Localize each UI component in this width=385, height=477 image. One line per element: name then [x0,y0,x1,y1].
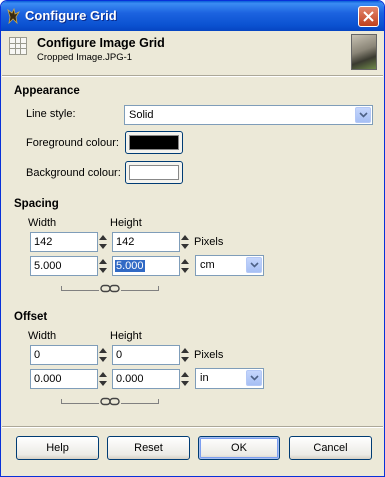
chevron-down-icon[interactable] [246,370,262,386]
offset-width-label: Width [28,330,57,342]
chevron-down-icon[interactable] [355,107,371,123]
line-style-value: Solid [129,109,154,121]
foreground-colour-button[interactable] [125,131,183,154]
window-title: Configure Grid [25,8,117,23]
offset-width-unit-value: 0.000 [34,373,62,385]
offset-unit-value: in [200,372,209,384]
spin-arrows-icon[interactable] [98,232,108,252]
offset-pixels-label: Pixels [194,349,224,361]
spin-arrows-icon[interactable] [180,232,190,252]
offset-width-pixels-value: 0 [34,349,41,361]
title-bar[interactable]: Configure Grid [1,1,384,31]
spacing-pixels-label: Pixels [194,236,224,248]
chain-line-left [61,286,99,291]
offset-width-pixels-input[interactable]: 0 [30,345,107,365]
background-colour-label: Background colour: [26,167,121,179]
line-style-label-text: Line style: [26,108,76,120]
foreground-colour-swatch [129,135,179,150]
chain-link-icon[interactable] [100,284,120,293]
close-button[interactable] [358,6,379,27]
spacing-chain[interactable] [61,284,159,293]
help-button[interactable]: Help [16,436,99,460]
dialog-header: Configure Image Grid Cropped Image.JPG-1 [2,31,383,75]
background-colour-swatch [129,165,179,180]
spacing-width-unit-input[interactable]: 5.000 [30,256,107,276]
chevron-down-icon[interactable] [246,257,262,273]
spacing-width-label: Width [28,217,57,229]
foreground-colour-label: Foreground colour: [26,137,119,149]
offset-unit-combo[interactable]: in [195,368,264,389]
offset-section-title: Offset [14,311,48,323]
offset-height-pixels-input[interactable]: 0 [112,345,189,365]
header-subtitle: Cropped Image.JPG-1 [37,52,133,63]
spin-arrows-icon[interactable] [180,256,190,276]
spacing-height-unit-value: 5.000 [115,260,145,272]
spin-arrows-icon[interactable] [180,369,190,389]
header-title: Configure Image Grid [37,36,165,50]
offset-height-pixels-value: 0 [116,349,123,361]
spacing-width-pixels-input[interactable]: 142 [30,232,107,252]
offset-chain[interactable] [61,397,159,406]
chain-line-right [121,286,159,291]
background-colour-button[interactable] [125,161,183,184]
grid-icon [9,37,27,55]
spacing-height-unit-input[interactable]: 5.000 [112,256,189,276]
offset-height-label: Height [110,330,142,342]
spacing-section-title: Spacing [14,198,59,210]
chain-line-right [121,399,159,404]
spacing-unit-combo[interactable]: cm [195,255,264,276]
image-thumbnail [351,34,377,70]
header-separator [2,75,383,77]
spacing-width-unit-value: 5.000 [34,260,62,272]
spin-arrows-icon[interactable] [180,345,190,365]
ok-button[interactable]: OK [198,436,280,460]
spacing-height-pixels-value: 142 [116,236,135,248]
offset-width-unit-input[interactable]: 0.000 [30,369,107,389]
cancel-button[interactable]: Cancel [289,436,372,460]
line-style-label: Line style: [26,108,76,120]
spin-arrows-icon[interactable] [98,369,108,389]
appearance-section-title: Appearance [14,85,80,97]
spacing-width-pixels-value: 142 [34,236,53,248]
configure-grid-dialog: Configure Grid Configure Image Grid Crop… [0,0,385,477]
offset-height-unit-value: 0.000 [116,373,144,385]
spin-arrows-icon[interactable] [98,256,108,276]
offset-height-unit-input[interactable]: 0.000 [112,369,189,389]
gimp-app-icon [6,7,21,25]
button-separator [2,426,383,428]
chain-line-left [61,399,99,404]
chain-link-icon[interactable] [100,397,120,406]
line-style-combo[interactable]: Solid [124,105,373,125]
spacing-height-pixels-input[interactable]: 142 [112,232,189,252]
spacing-height-label: Height [110,217,142,229]
reset-button[interactable]: Reset [107,436,190,460]
spacing-unit-value: cm [200,259,215,271]
spin-arrows-icon[interactable] [98,345,108,365]
